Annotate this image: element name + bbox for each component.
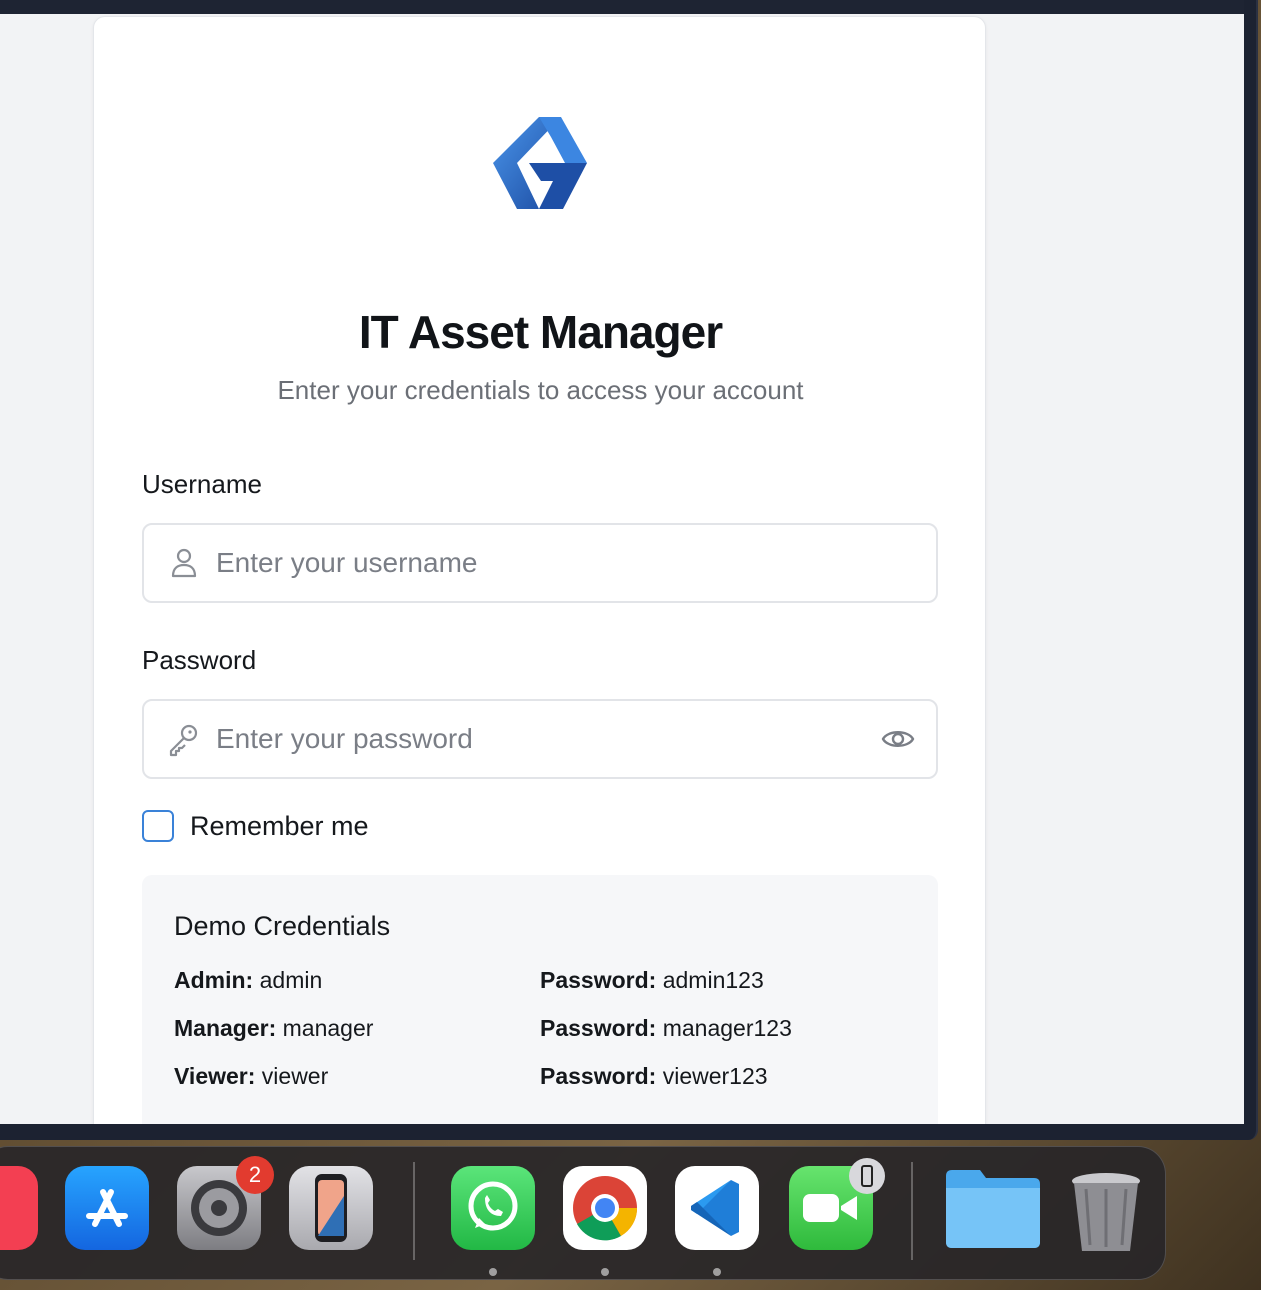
username-field[interactable]	[142, 523, 938, 603]
page-viewport: IT Asset Manager Enter your credentials …	[0, 14, 1244, 1124]
login-card: IT Asset Manager Enter your credentials …	[93, 16, 986, 1124]
iphone-badge-icon	[849, 1158, 885, 1194]
vscode-icon[interactable]	[675, 1166, 759, 1250]
eye-icon[interactable]	[880, 721, 916, 757]
dock-divider	[413, 1162, 415, 1260]
password-input[interactable]	[216, 715, 856, 763]
demo-admin-password: Password: admin123	[540, 967, 764, 993]
g-logo-icon	[493, 117, 587, 209]
demo-admin-user: Admin: admin	[174, 967, 323, 993]
running-indicator	[489, 1268, 497, 1276]
window-top-bar	[0, 0, 1244, 14]
demo-credentials-panel: Demo Credentials Admin: admin Password: …	[142, 875, 938, 1124]
remember-me-label: Remember me	[190, 810, 369, 841]
key-icon	[169, 724, 198, 757]
user-icon	[171, 548, 197, 578]
running-indicator	[713, 1268, 721, 1276]
music-app-icon[interactable]	[0, 1166, 38, 1250]
trash-icon[interactable]	[1064, 1166, 1148, 1251]
username-label: Username	[142, 469, 262, 499]
demo-viewer-password: Password: viewer123	[540, 1063, 768, 1089]
iphone-mirroring-icon[interactable]	[289, 1166, 373, 1250]
remember-me-row[interactable]: Remember me	[142, 809, 369, 843]
password-label: Password	[142, 645, 257, 675]
settings-notification-badge: 2	[236, 1156, 274, 1194]
demo-viewer-user: Viewer: viewer	[174, 1063, 329, 1089]
whatsapp-icon[interactable]	[451, 1166, 535, 1250]
folder-icon[interactable]	[944, 1166, 1042, 1250]
chrome-icon[interactable]	[563, 1166, 647, 1250]
remember-me-checkbox[interactable]	[142, 810, 174, 842]
dock-divider	[911, 1162, 913, 1260]
demo-manager-user: Manager: manager	[174, 1015, 374, 1041]
page-title: IT Asset Manager	[358, 306, 723, 358]
page-subtitle: Enter your credentials to access your ac…	[277, 375, 804, 405]
demo-credentials-title: Demo Credentials	[174, 911, 391, 941]
browser-window: IT Asset Manager Enter your credentials …	[0, 0, 1258, 1140]
demo-manager-password: Password: manager123	[540, 1015, 792, 1041]
username-input[interactable]	[216, 539, 856, 587]
password-field[interactable]	[142, 699, 938, 779]
running-indicator	[601, 1268, 609, 1276]
app-store-icon[interactable]	[65, 1166, 149, 1250]
